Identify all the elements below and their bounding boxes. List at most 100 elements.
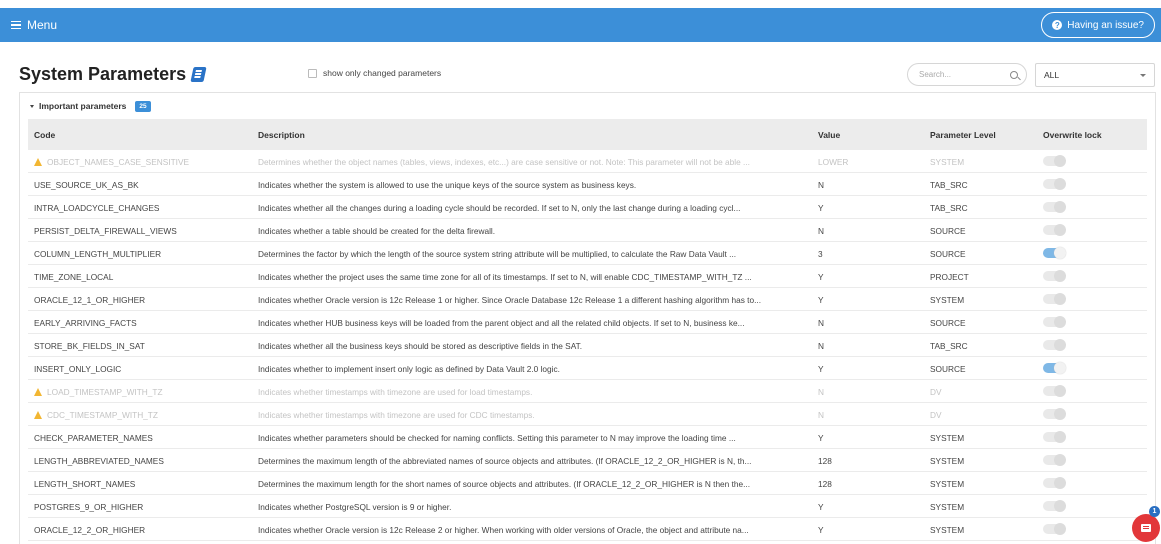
overwrite-lock-toggle[interactable] <box>1043 408 1066 420</box>
header-value[interactable]: Value <box>818 130 878 140</box>
overwrite-lock-toggle[interactable] <box>1043 500 1066 512</box>
chevron-down-icon <box>1140 73 1146 77</box>
overwrite-lock-toggle[interactable] <box>1043 178 1066 190</box>
overwrite-lock-toggle[interactable] <box>1043 155 1066 167</box>
show-changed-checkbox[interactable] <box>308 68 317 78</box>
cell-code-text: EARLY_ARRIVING_FACTS <box>34 318 137 328</box>
table-row[interactable]: LENGTH_SHORT_NAMES Determines the maximum… <box>28 472 1147 495</box>
table-body: OBJECT_NAMES_CASE_SENSITIVE Determines wh… <box>28 150 1147 541</box>
overwrite-lock-toggle[interactable] <box>1043 316 1066 328</box>
cell-description: Indicates whether to implement insert on… <box>258 364 560 374</box>
cell-parameter-level: PROJECT <box>930 272 969 282</box>
cell-description: Indicates whether Oracle version is 12c … <box>258 295 762 305</box>
cell-code: PERSIST_DELTA_FIREWALL_VIEWS <box>34 226 254 236</box>
cell-description: Indicates whether all the business keys … <box>258 341 583 351</box>
table-row[interactable]: TIME_ZONE_LOCAL Indicates whether the pro… <box>28 265 1147 288</box>
cell-overwrite-lock <box>1043 178 1066 190</box>
cell-parameter-level: DV <box>930 387 942 397</box>
overwrite-lock-toggle[interactable] <box>1043 293 1066 305</box>
chat-button[interactable] <box>1132 514 1160 542</box>
table-row[interactable]: ORACLE_12_1_OR_HIGHER Indicates whether O… <box>28 288 1147 311</box>
cell-code: TIME_ZONE_LOCAL <box>34 272 254 282</box>
overwrite-lock-toggle[interactable] <box>1043 247 1066 259</box>
search-input[interactable] <box>919 70 999 79</box>
table-row[interactable]: EARLY_ARRIVING_FACTS Indicates whether HU… <box>28 311 1147 334</box>
cell-code-text: OBJECT_NAMES_CASE_SENSITIVE <box>47 157 190 167</box>
overwrite-lock-toggle[interactable] <box>1043 270 1066 282</box>
cell-parameter-level: SYSTEM <box>930 479 965 489</box>
search-box <box>907 63 1027 86</box>
table-row[interactable]: LOAD_TIMESTAMP_WITH_TZ Indicates whether … <box>28 380 1147 403</box>
warning-icon <box>34 411 42 419</box>
cell-code-text: INTRA_LOADCYCLE_CHANGES <box>34 203 160 213</box>
cell-code-text: INSERT_ONLY_LOGIC <box>34 364 122 374</box>
documentation-book-icon[interactable] <box>190 67 207 82</box>
table-row[interactable]: CHECK_PARAMETER_NAMES Indicates whether p… <box>28 426 1147 449</box>
cell-parameter-level: TAB_SRC <box>930 341 968 351</box>
overwrite-lock-toggle[interactable] <box>1043 339 1066 351</box>
having-an-issue-button[interactable]: ? Having an issue? <box>1041 12 1155 38</box>
cell-parameter-level: SOURCE <box>930 226 966 236</box>
overwrite-lock-toggle[interactable] <box>1043 454 1066 466</box>
cell-parameter-level: SOURCE <box>930 318 966 328</box>
table-row[interactable]: INSERT_ONLY_LOGIC Indicates whether to im… <box>28 357 1147 380</box>
cell-code-text: STORE_BK_FIELDS_IN_SAT <box>34 341 145 351</box>
chat-icon <box>1141 524 1151 532</box>
table-row[interactable]: STORE_BK_FIELDS_IN_SAT Indicates whether … <box>28 334 1147 357</box>
header-description[interactable]: Description <box>258 130 808 140</box>
table-row[interactable]: LENGTH_ABBREVIATED_NAMES Determines the m… <box>28 449 1147 472</box>
cell-description: Indicates whether HUB business keys will… <box>258 318 745 328</box>
cell-parameter-level: SYSTEM <box>930 157 965 167</box>
cell-parameter-level: SYSTEM <box>930 456 965 466</box>
header-code[interactable]: Code <box>34 130 254 140</box>
cell-parameter-level: DV <box>930 410 942 420</box>
cell-code-text: COLUMN_LENGTH_MULTIPLIER <box>34 249 162 259</box>
table-row[interactable]: USE_SOURCE_UK_AS_BK Indicates whether the… <box>28 173 1147 196</box>
important-parameters-toggle[interactable]: Important parameters 25 <box>20 93 1155 119</box>
menu-button[interactable]: Menu <box>11 18 57 32</box>
cell-code: INTRA_LOADCYCLE_CHANGES <box>34 203 254 213</box>
overwrite-lock-toggle[interactable] <box>1043 201 1066 213</box>
overwrite-lock-toggle[interactable] <box>1043 385 1066 397</box>
table-row[interactable]: POSTGRES_9_OR_HIGHER Indicates whether Po… <box>28 495 1147 518</box>
page-title: System Parameters <box>19 64 207 85</box>
cell-code: COLUMN_LENGTH_MULTIPLIER <box>34 249 254 259</box>
cell-parameter-level: SYSTEM <box>930 433 965 443</box>
table-row[interactable]: CDC_TIMESTAMP_WITH_TZ Indicates whether t… <box>28 403 1147 426</box>
cell-description: Indicates whether the system is allowed … <box>258 180 637 190</box>
parameters-panel: Important parameters 25 Code Description… <box>19 92 1156 544</box>
cell-code-text: PERSIST_DELTA_FIREWALL_VIEWS <box>34 226 177 236</box>
cell-code-text: LENGTH_ABBREVIATED_NAMES <box>34 456 164 466</box>
parameter-level-value: ALL <box>1044 70 1060 80</box>
cell-value: N <box>818 410 824 420</box>
cell-value: N <box>818 226 824 236</box>
show-changed-filter: show only changed parameters <box>308 68 441 78</box>
cell-parameter-level: TAB_SRC <box>930 180 968 190</box>
overwrite-lock-toggle[interactable] <box>1043 362 1066 374</box>
top-bar: Menu ? Having an issue? <box>0 8 1161 42</box>
overwrite-lock-toggle[interactable] <box>1043 431 1066 443</box>
cell-description: Determines the maximum length of the abb… <box>258 456 752 466</box>
header-parameter-level[interactable]: Parameter Level <box>930 130 1020 140</box>
cell-value: N <box>818 180 824 190</box>
notification-badge: 1 <box>1149 506 1160 517</box>
table-row[interactable]: PERSIST_DELTA_FIREWALL_VIEWS Indicates wh… <box>28 219 1147 242</box>
cell-overwrite-lock <box>1043 316 1066 328</box>
cell-description: Indicates whether Oracle version is 12c … <box>258 525 749 535</box>
overwrite-lock-toggle[interactable] <box>1043 477 1066 489</box>
question-icon: ? <box>1052 20 1063 30</box>
cell-parameter-level: SYSTEM <box>930 525 965 535</box>
overwrite-lock-toggle[interactable] <box>1043 523 1066 535</box>
table-row[interactable]: ORACLE_12_2_OR_HIGHER Indicates whether O… <box>28 518 1147 541</box>
cell-value: 128 <box>818 456 832 466</box>
parameter-level-select[interactable]: ALL <box>1035 63 1155 87</box>
cell-parameter-level: SYSTEM <box>930 295 965 305</box>
header-overwrite-lock[interactable]: Overwrite lock <box>1043 130 1102 140</box>
cell-code: INSERT_ONLY_LOGIC <box>34 364 254 374</box>
table-row[interactable]: COLUMN_LENGTH_MULTIPLIER Determines the f… <box>28 242 1147 265</box>
search-icon[interactable] <box>1010 70 1018 79</box>
table-row[interactable]: INTRA_LOADCYCLE_CHANGES Indicates whether… <box>28 196 1147 219</box>
overwrite-lock-toggle[interactable] <box>1043 224 1066 236</box>
cell-code-text: ORACLE_12_2_OR_HIGHER <box>34 525 146 535</box>
table-row[interactable]: OBJECT_NAMES_CASE_SENSITIVE Determines wh… <box>28 150 1147 173</box>
